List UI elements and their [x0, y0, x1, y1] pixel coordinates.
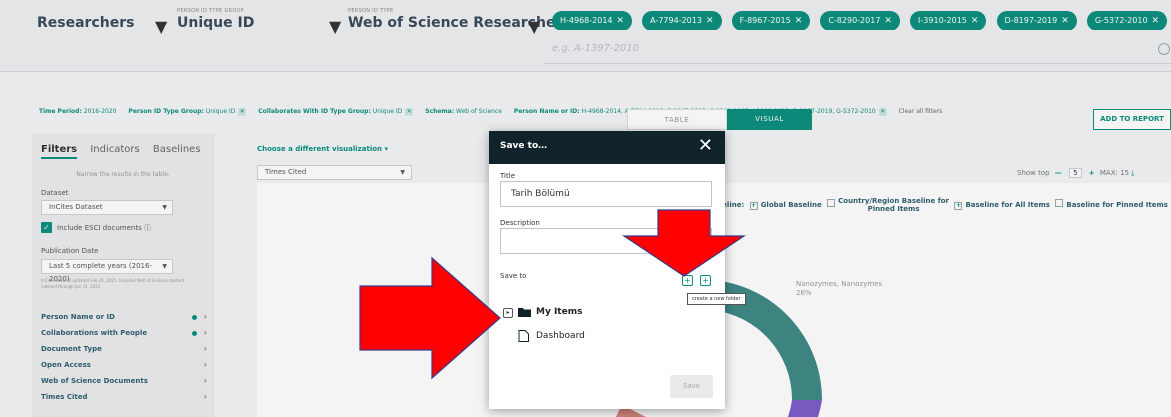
tree-item-my-items[interactable]: My Items: [536, 307, 582, 317]
new-folder-tooltip: create a new folder: [687, 293, 746, 305]
title-field[interactable]: Tarih Bölümü: [500, 181, 712, 207]
folder-icon: [518, 308, 531, 317]
annotation-arrow-right: [359, 256, 501, 380]
description-label: Description: [500, 219, 540, 227]
save-button[interactable]: Save: [670, 375, 713, 398]
document-icon: [518, 330, 529, 342]
tree-item-dashboard[interactable]: Dashboard: [536, 331, 585, 341]
dialog-title: Save to…: [500, 141, 548, 151]
dialog-header: Save to… ✕: [489, 131, 725, 164]
expand-icon[interactable]: ▸: [503, 308, 513, 318]
close-icon[interactable]: ✕: [698, 137, 713, 155]
annotation-arrow-down: [622, 209, 746, 277]
title-label: Title: [500, 172, 516, 180]
